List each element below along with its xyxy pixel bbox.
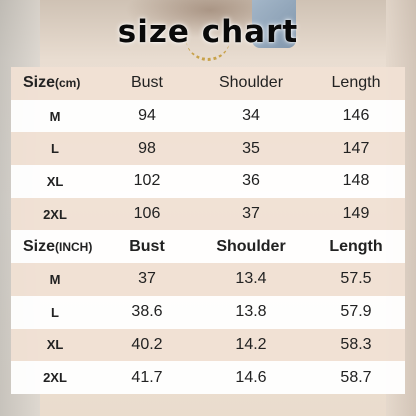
- size-label: L: [51, 141, 59, 157]
- length-value: 58.3: [340, 335, 372, 353]
- table-row: L 98 35 147: [11, 132, 405, 166]
- column-header-shoulder: Shoulder: [218, 74, 284, 92]
- table-row: XL 40.2 14.2 58.3: [11, 328, 405, 362]
- size-label: 2XL: [43, 370, 67, 386]
- shoulder-value: 35: [242, 139, 260, 157]
- column-header-bust: Bust: [130, 74, 163, 92]
- shoulder-value: 36: [242, 172, 260, 190]
- bust-value: 37: [138, 270, 156, 288]
- bust-value: 38.6: [131, 303, 163, 321]
- size-header-inch: Size(INCH): [23, 237, 93, 255]
- page-title: size chart: [117, 14, 299, 50]
- shoulder-value: 14.6: [235, 368, 267, 386]
- bust-value: 102: [133, 172, 161, 190]
- bust-value: 41.7: [131, 368, 163, 386]
- shoulder-value: 14.2: [235, 335, 267, 353]
- table-row: 2XL 41.7 14.6 58.7: [11, 361, 405, 394]
- length-value: 57.9: [340, 303, 372, 321]
- length-value: 57.5: [340, 270, 372, 288]
- bust-value: 40.2: [131, 335, 163, 353]
- table-row: XL 102 36 148: [11, 165, 405, 198]
- column-header-length: Length: [329, 237, 383, 255]
- size-label: L: [51, 304, 59, 320]
- header-row-cm: Size(cm) Bust Shoulder Length: [11, 67, 405, 100]
- table-row: L 38.6 13.8 57.9: [11, 295, 405, 329]
- column-header-length: Length: [331, 74, 381, 92]
- header-row-inch: Size(INCH) Bust Shoulder Length: [11, 230, 405, 264]
- table-row: 2XL 106 37 149: [11, 197, 405, 231]
- column-header-shoulder: Shoulder: [216, 237, 286, 255]
- length-value: 149: [342, 205, 370, 223]
- shoulder-value: 34: [242, 107, 260, 125]
- size-label: 2XL: [43, 206, 67, 222]
- size-label: XL: [46, 337, 64, 353]
- column-header-bust: Bust: [129, 237, 165, 255]
- length-value: 147: [342, 139, 370, 157]
- length-value: 146: [342, 107, 370, 125]
- bust-value: 94: [138, 107, 156, 125]
- shoulder-value: 37: [242, 205, 260, 223]
- table-row: M 94 34 146: [11, 99, 405, 133]
- table-row: M 37 13.4 57.5: [11, 263, 405, 296]
- size-label: M: [49, 108, 61, 124]
- size-chart-table: Size(cm) Bust Shoulder Length M 94 34 14…: [11, 67, 405, 394]
- size-label: M: [49, 271, 61, 287]
- length-value: 148: [342, 172, 370, 190]
- bust-value: 106: [133, 205, 161, 223]
- length-value: 58.7: [340, 368, 372, 386]
- bust-value: 98: [138, 139, 156, 157]
- size-label: XL: [46, 173, 64, 189]
- shoulder-value: 13.8: [235, 303, 267, 321]
- size-header-cm: Size(cm): [23, 74, 81, 92]
- shoulder-value: 13.4: [235, 270, 267, 288]
